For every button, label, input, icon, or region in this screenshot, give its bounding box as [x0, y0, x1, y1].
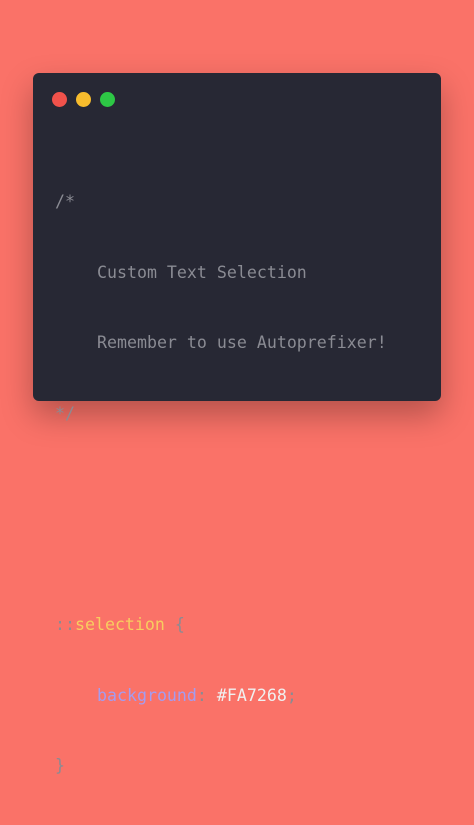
code-line-9: }: [55, 754, 387, 778]
maximize-button[interactable]: [100, 92, 115, 107]
code-line-2: Custom Text Selection: [55, 261, 387, 285]
css-property: background: [97, 685, 197, 705]
code-line-6-blank: [55, 543, 387, 567]
code-window: /* Custom Text Selection Remember to use…: [33, 73, 441, 775]
property-colon: :: [196, 685, 207, 705]
comment-close: */: [55, 403, 75, 423]
close-button[interactable]: [52, 92, 67, 107]
code-block: /* Custom Text Selection Remember to use…: [55, 143, 387, 825]
open-brace: {: [174, 615, 185, 634]
comment-open: /*: [55, 192, 75, 211]
comment-text-line-1: Custom Text Selection: [97, 262, 307, 282]
close-brace: }: [55, 756, 65, 775]
comment-text-line-2: Remember to use Autoprefixer!: [97, 333, 387, 352]
selector-colons: ::: [55, 615, 75, 634]
selector-name: selection: [74, 615, 165, 634]
window-controls: [52, 92, 115, 107]
code-line-1: /*: [55, 190, 387, 214]
code-line-7: ::selection {: [55, 613, 387, 637]
code-line-4: */: [55, 402, 387, 426]
code-line-5-blank: [55, 472, 387, 496]
semicolon: ;: [286, 685, 297, 705]
code-line-8: background: #FA7268;: [55, 684, 387, 708]
code-line-3: Remember to use Autoprefixer!: [55, 331, 387, 355]
css-value: #FA7268: [216, 685, 287, 705]
minimize-button[interactable]: [76, 92, 91, 107]
